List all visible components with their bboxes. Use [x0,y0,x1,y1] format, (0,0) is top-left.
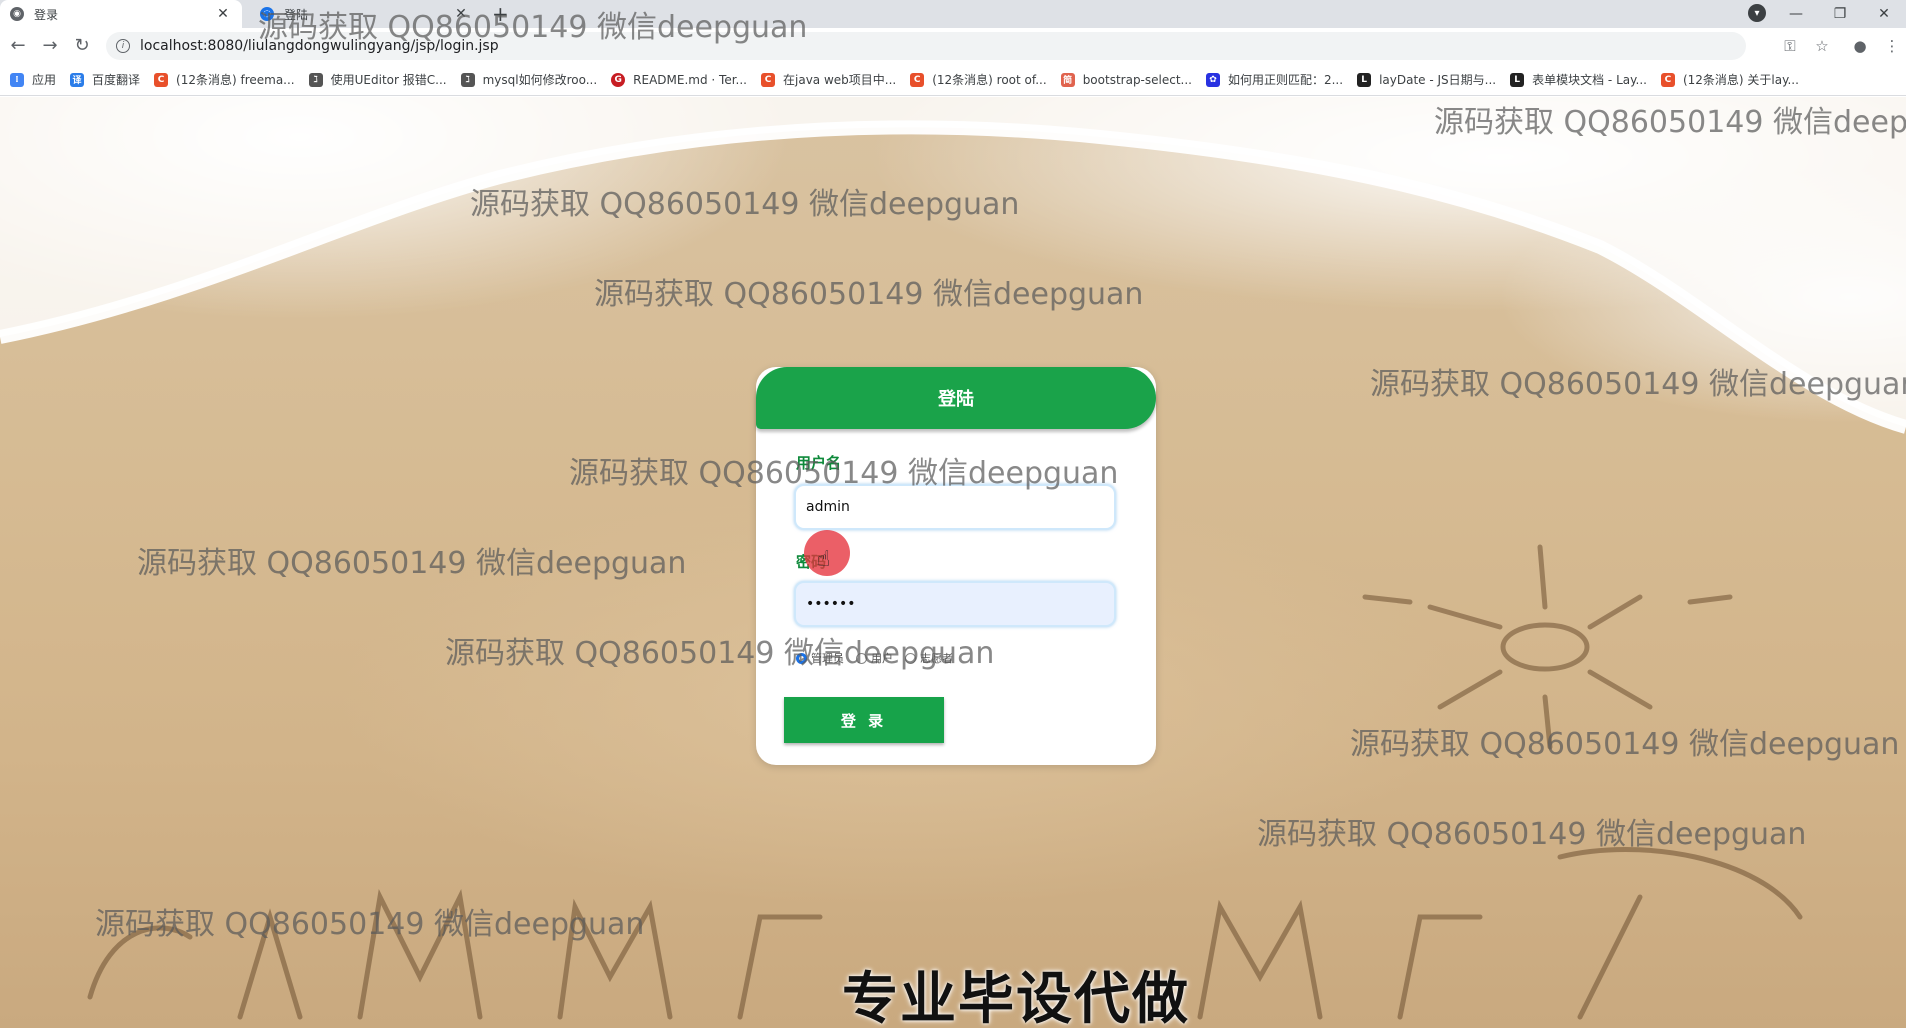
reload-icon[interactable]: ↻ [70,34,94,58]
apps-grid-icon: ⁞ [10,72,24,87]
close-tab-icon[interactable]: ✕ [214,6,232,22]
ueditor-icon: ℷ [460,72,475,87]
watermark-text: 源码获取 QQ86050149 微信deepguan [1370,367,1906,402]
csdn-icon: C [1660,72,1675,87]
bookmark-item[interactable]: C 在java web项目中... [761,71,896,88]
bookmark-item[interactable]: G README.md · Ter... [611,72,747,87]
bookmark-item[interactable]: ℷ 使用UEditor 报错C... [308,71,447,88]
bookmark-item[interactable]: L 表单模块文档 - Lay... [1510,71,1647,88]
globe-icon: ◉ [10,7,24,21]
login-card-title: 登陆 [756,367,1156,429]
minimize-icon[interactable]: — [1774,0,1818,28]
restore-icon[interactable]: ❐ [1818,0,1862,28]
csdn-icon: C [761,72,775,87]
tab-title: 登录 [34,7,59,22]
bookmark-label: 如何用正则匹配：2... [1227,73,1344,87]
mouse-pointer-icon: ☝ [817,547,831,572]
bookmark-item[interactable]: 译百度翻译 [70,71,140,88]
bookmark-item[interactable]: ✿ 如何用正则匹配：2... [1205,71,1344,88]
bookmark-label: mysql如何修改roo... [482,73,598,87]
tab-search-icon[interactable]: ▾ [1748,4,1766,22]
bookmark-item[interactable]: 简 bootstrap-select... [1060,72,1192,87]
bookmark-label: bootstrap-select... [1082,72,1192,87]
ueditor-icon: ℷ [308,72,323,87]
csdn-icon: C [154,72,169,87]
gitee-icon: G [611,72,626,87]
back-icon[interactable]: ← [6,34,30,58]
watermark-text: 源码获取 QQ86050149 微信deepguan [569,456,1119,491]
login-submit-button[interactable]: 登 录 [784,697,944,743]
watermark-text: 源码获取 QQ86050149 微信deepguan [1350,727,1900,762]
profile-avatar-icon[interactable]: ● [1850,36,1870,56]
jianshu-icon: 简 [1060,72,1075,87]
bookmark-label: README.md · Ter... [633,72,747,87]
csdn-icon: C [910,72,925,87]
watermark-text: 源码获取 QQ86050149 微信deepguan [1257,817,1807,852]
tab-login[interactable]: ◉ 登录 ✕ [0,0,242,28]
bookmark-label: (12条消息) freema... [176,73,295,87]
bookmark-label: 应用 [32,73,57,87]
bookmark-item[interactable]: ℷ mysql如何修改roo... [460,71,598,88]
bookmark-label: 百度翻译 [92,73,141,87]
key-icon[interactable]: ⚿ [1780,36,1800,56]
password-input[interactable]: •••••• [794,581,1116,627]
baidu-paw-icon: ✿ [1205,72,1220,87]
watermark-text: 源码获取 QQ86050149 微信deepguan [594,277,1144,312]
bookmark-item[interactable]: ⁞ 应用 [10,71,56,88]
baidu-translate-icon: 译 [70,72,85,87]
bookmark-label: (12条消息) 关于lay... [1682,73,1799,87]
bookmark-label: (12条消息) root of... [932,73,1047,87]
site-info-icon[interactable]: i [116,39,130,53]
watermark-text: 源码获取 QQ86050149 微信deepguan [470,187,1020,222]
login-page-background: 源码获取 QQ86050149 微信deepguan 源码获取 QQ860501… [0,97,1906,1028]
promo-banner-text: 专业毕设代做 [842,967,1190,1028]
bookmark-item[interactable]: LlayDate - JS日期与... [1357,71,1496,88]
bookmark-star-icon[interactable]: ☆ [1812,36,1832,56]
bookmark-label: 在java web项目中... [783,73,897,87]
watermark-text: 源码获取 QQ86050149 微信deepguan [258,10,808,45]
bookmark-label: 表单模块文档 - Lay... [1532,73,1647,87]
layui-icon: L [1357,72,1372,87]
watermark-text: 源码获取 QQ86050149 微信deepguan [137,546,687,581]
watermark-text: 源码获取 QQ86050149 微信deepguan [1434,105,1906,140]
menu-kebab-icon[interactable]: ⋮ [1882,36,1902,56]
forward-icon[interactable]: → [38,34,62,58]
layui-icon: L [1510,72,1525,87]
bookmark-label: 使用UEditor 报错C... [330,73,447,87]
watermark-text: 源码获取 QQ86050149 微信deepguan [445,636,995,671]
bookmark-item[interactable]: C (12条消息) 关于lay... [1660,71,1799,88]
bookmarks-bar: ⁞ 应用 译百度翻译 C (12条消息) freema... ℷ 使用UEditor … [0,64,1906,96]
watermark-text: 源码获取 QQ86050149 微信deepguan [95,907,645,942]
bookmark-label: layDate - JS日期与... [1379,73,1497,87]
window-close-icon[interactable]: ✕ [1862,0,1906,28]
bookmark-item[interactable]: C (12条消息) freema... [154,71,295,88]
bookmark-item[interactable]: C (12条消息) root of... [910,71,1047,88]
